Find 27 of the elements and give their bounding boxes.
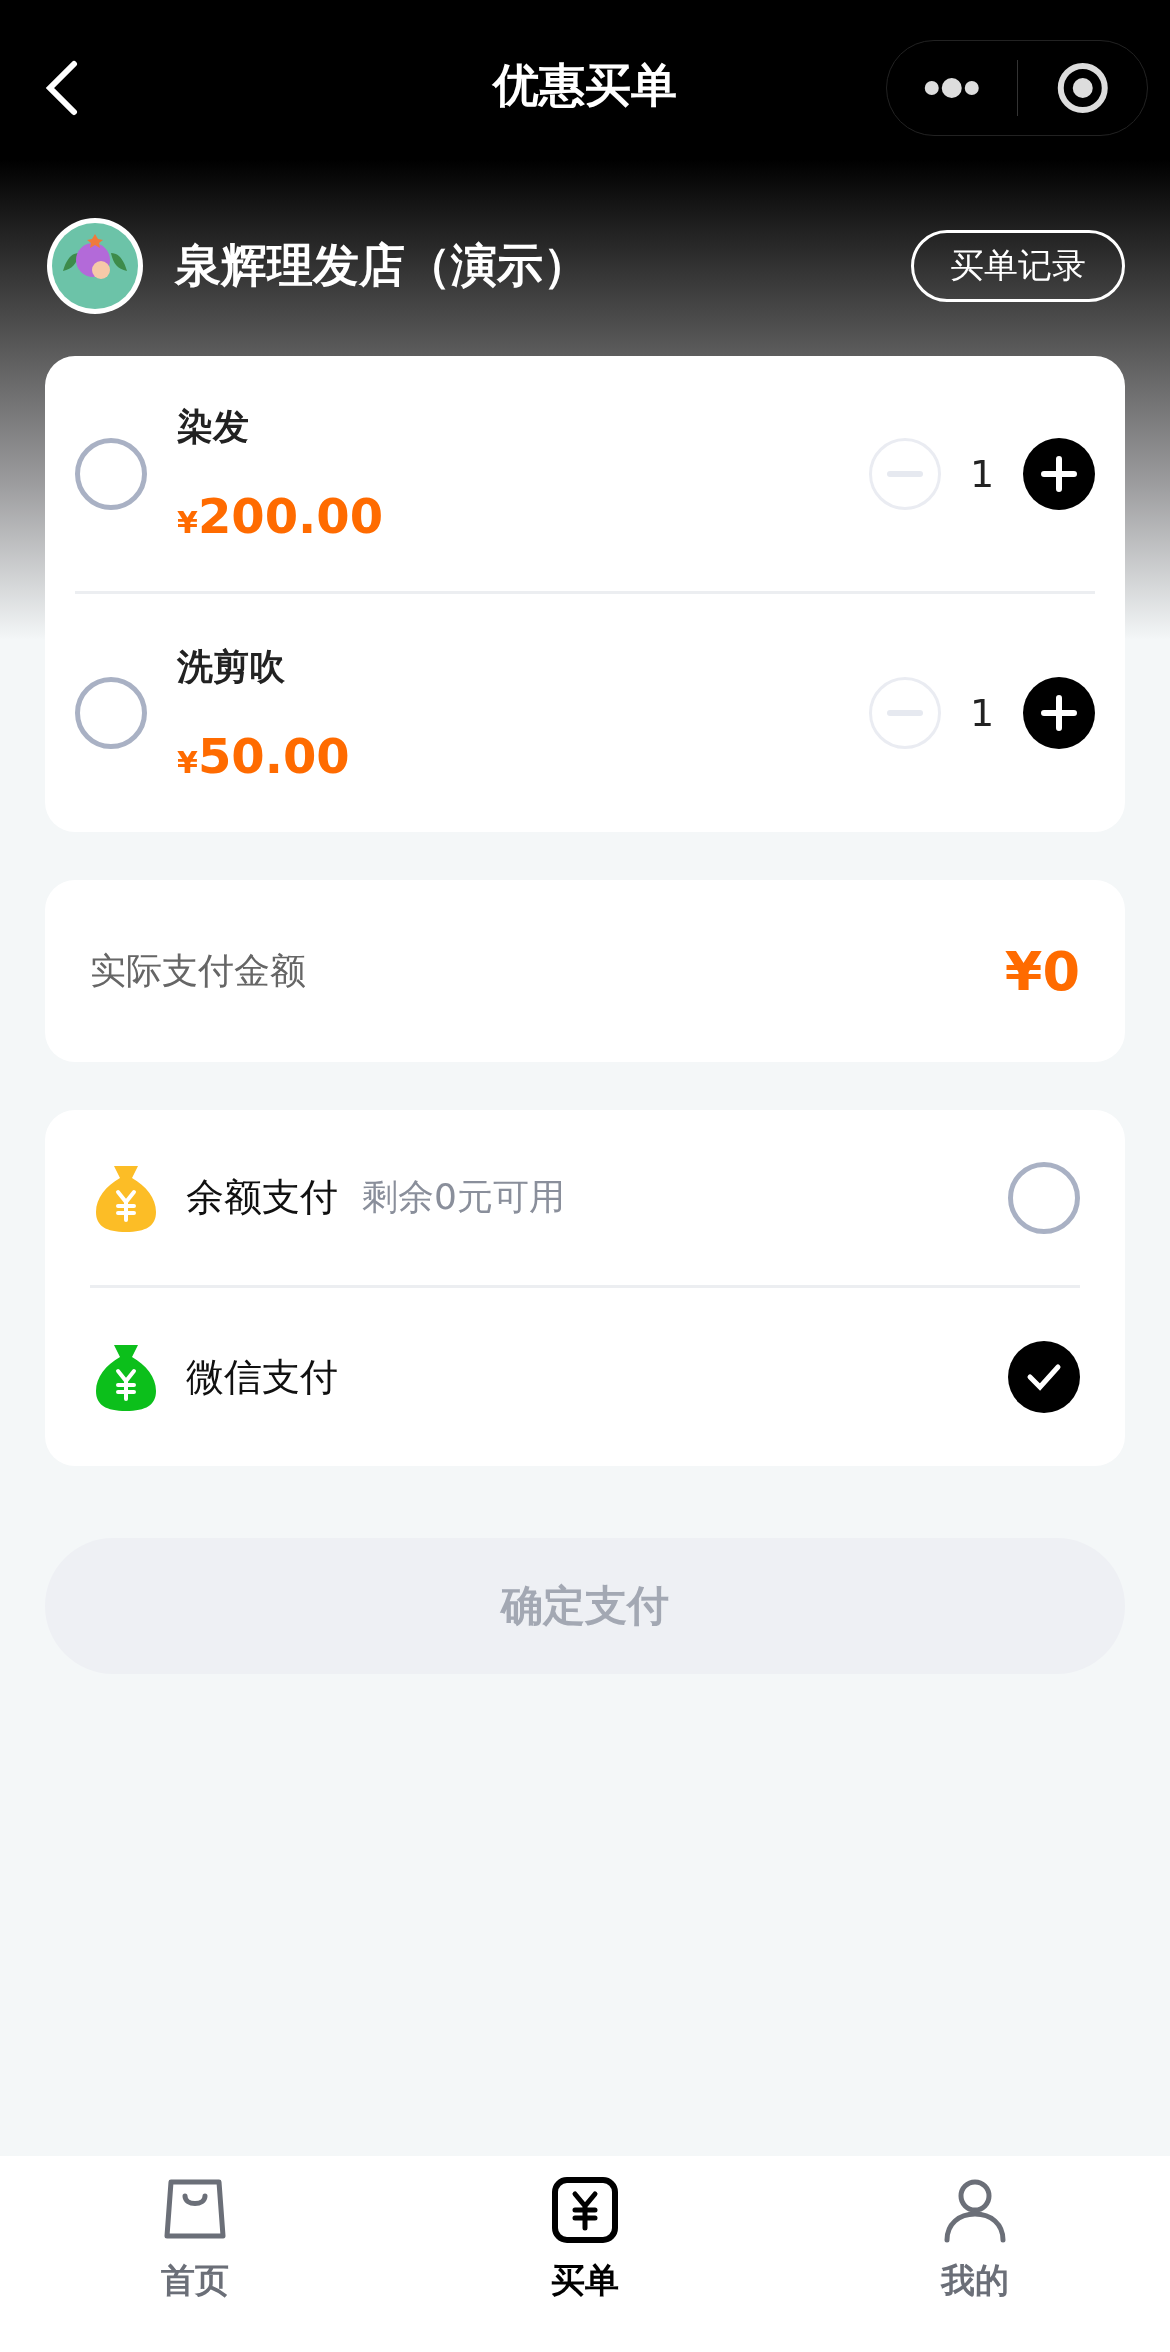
- tab[interactable]: 首页: [0, 2156, 390, 2352]
- store-name: 泉辉理发店（演示）: [175, 237, 590, 294]
- item-name: 染发: [177, 405, 250, 449]
- payment-note: 剩余0元可用: [362, 1175, 566, 1219]
- plus-icon: [1041, 695, 1077, 731]
- item-radio[interactable]: [75, 437, 147, 510]
- total-amount: ¥0: [1004, 939, 1080, 1003]
- tab[interactable]: 我的: [780, 2156, 1170, 2352]
- payment-radio[interactable]: [1008, 1161, 1080, 1234]
- quantity: 1: [968, 451, 996, 496]
- plus-icon: [1041, 455, 1077, 492]
- records-button[interactable]: 买单记录: [911, 230, 1125, 302]
- item-radio[interactable]: [75, 677, 147, 749]
- payment-name: 微信支付: [186, 1353, 338, 1401]
- quantity: 1: [968, 691, 996, 735]
- page-title: 优惠买单: [493, 57, 677, 114]
- minus-icon: [887, 470, 923, 477]
- item-name: 洗剪吹: [177, 644, 286, 689]
- item-price: ¥200.00: [177, 488, 385, 544]
- back-icon[interactable]: [44, 60, 78, 116]
- minus-icon: [887, 710, 923, 716]
- tab[interactable]: 买单: [390, 2156, 780, 2352]
- check-icon: [1026, 1363, 1062, 1391]
- payment-name: 余额支付: [186, 1174, 338, 1221]
- item-price: ¥50.00: [177, 727, 351, 784]
- total-label: 实际支付金额: [90, 948, 306, 993]
- yuan-icon: [551, 2176, 619, 2244]
